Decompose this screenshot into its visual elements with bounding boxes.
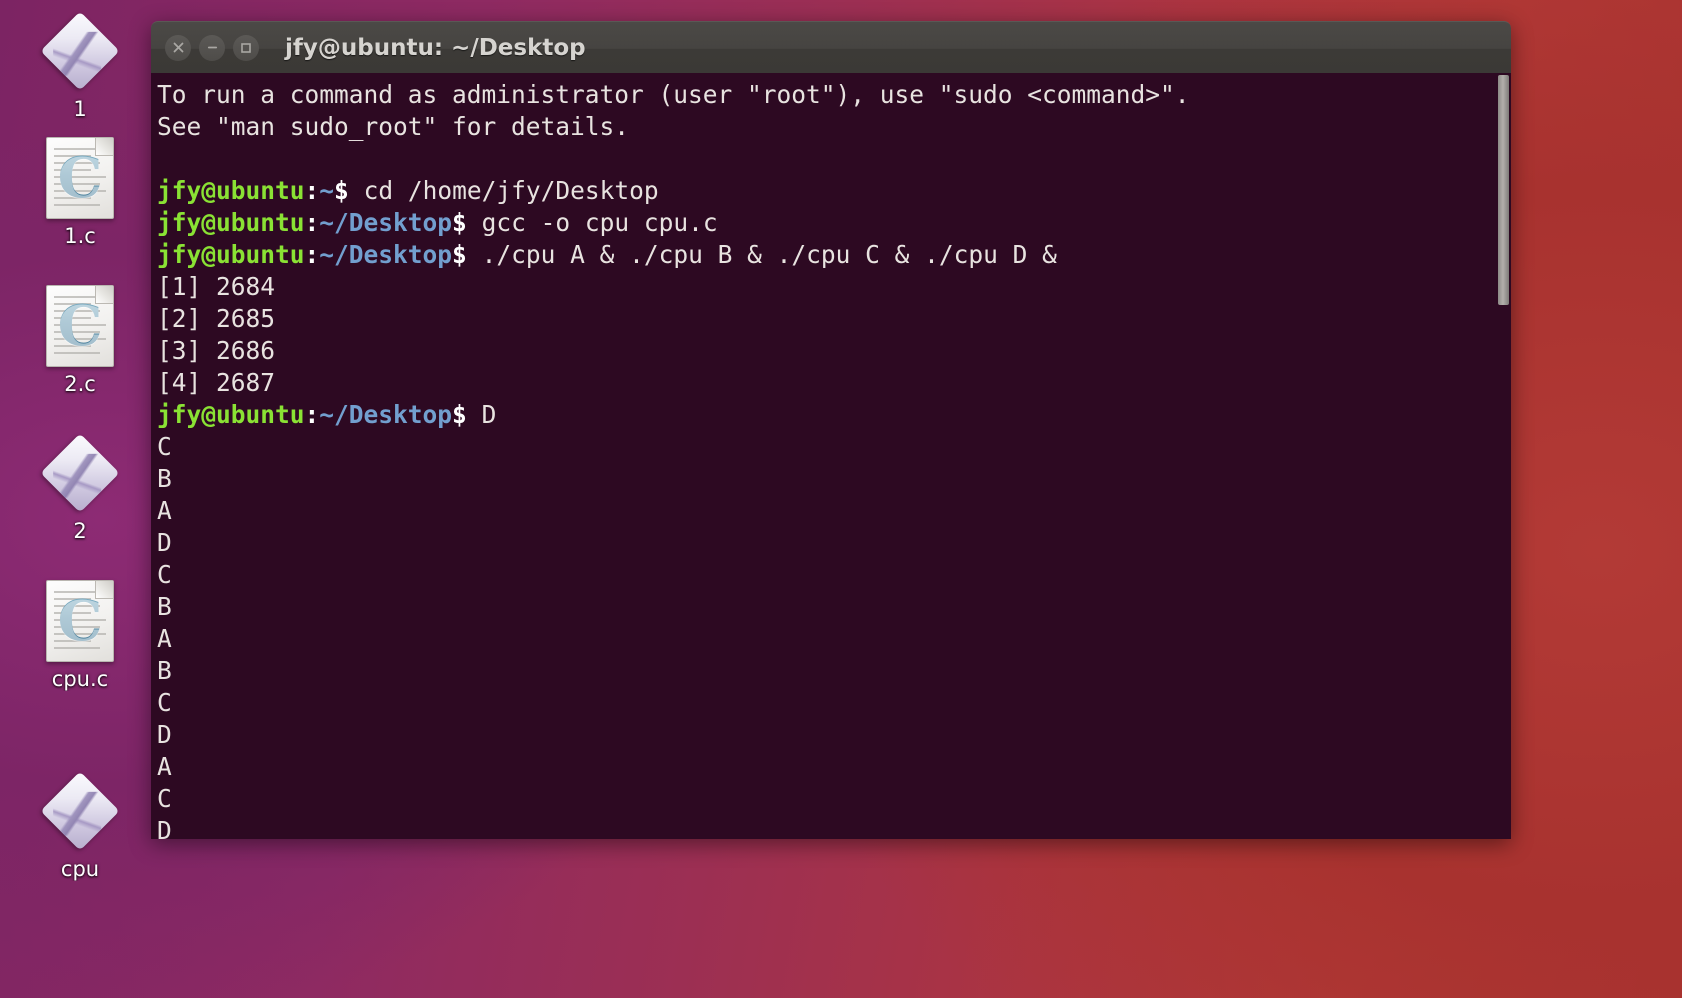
document-icon: C <box>46 137 114 219</box>
prompt-separator: : <box>304 208 320 237</box>
prompt-separator: : <box>304 240 320 269</box>
terminal-output-line: D <box>157 720 172 749</box>
prompt-symbol: $ <box>452 208 467 237</box>
desktop-icon-1-c[interactable]: C 1.c <box>14 135 146 248</box>
terminal-output-line: B <box>157 656 172 685</box>
terminal-scrollbar[interactable] <box>1496 73 1511 839</box>
desktop-icon-label: 2 <box>73 520 87 543</box>
prompt-separator: : <box>304 400 320 429</box>
terminal-prompt-line: jfy@ubuntu:~$ cd /home/jfy/Desktop <box>157 175 1496 207</box>
maximize-icon[interactable] <box>233 34 259 61</box>
terminal-output-line: C <box>157 784 172 813</box>
c-language-glyph: C <box>47 148 113 208</box>
diamond-shape <box>40 433 120 513</box>
executable-file-icon <box>14 768 146 854</box>
terminal-prompt-line: jfy@ubuntu:~/Desktop$ gcc -o cpu cpu.c <box>157 207 1496 239</box>
desktop-icon-label: 1.c <box>64 225 96 248</box>
terminal-output-line: D <box>157 528 172 557</box>
prompt-user: jfy@ubuntu <box>157 176 305 205</box>
desktop-icon-label: cpu <box>60 858 100 881</box>
desktop: 1 C 1.c C 2.c 2 Ccpu.c cpu jfy@ubuntu: ~/Deskto… <box>0 0 1682 998</box>
terminal-output-line: A <box>157 752 172 781</box>
terminal-command: ./cpu A & ./cpu B & ./cpu C & ./cpu D & <box>466 240 1057 269</box>
terminal-output-line: C <box>157 560 172 589</box>
terminal-scrollbar-thumb[interactable] <box>1498 75 1509 305</box>
terminal-body[interactable]: To run a command as administrator (user … <box>151 73 1511 839</box>
prompt-symbol: $ <box>452 400 467 429</box>
diamond-shape <box>40 771 120 851</box>
document-icon: C <box>46 580 114 662</box>
terminal-output-line: D <box>157 816 172 839</box>
prompt-user: jfy@ubuntu <box>157 400 305 429</box>
c-language-glyph: C <box>47 296 113 356</box>
diamond-shape <box>40 11 120 91</box>
terminal-output[interactable]: To run a command as administrator (user … <box>151 73 1496 839</box>
minimize-icon[interactable] <box>199 34 225 61</box>
c-language-glyph: C <box>47 591 113 651</box>
desktop-icon-1[interactable]: 1 <box>14 8 146 121</box>
close-icon[interactable] <box>165 34 191 61</box>
desktop-icon-2-c[interactable]: C 2.c <box>14 283 146 396</box>
terminal-output-line: C <box>157 432 172 461</box>
terminal-command: gcc -o cpu cpu.c <box>466 208 718 237</box>
terminal-output-line: C <box>157 688 172 717</box>
prompt-user: jfy@ubuntu <box>157 240 305 269</box>
desktop-icon-2[interactable]: 2 <box>14 430 146 543</box>
desktop-icon-cpu[interactable]: cpu <box>14 768 146 881</box>
prompt-symbol: $ <box>334 176 349 205</box>
terminal-output-line: To run a command as administrator (user … <box>157 80 1190 109</box>
c-source-file-icon: C <box>14 578 146 664</box>
diamond-icon <box>40 771 120 851</box>
executable-file-icon <box>14 8 146 94</box>
terminal-output-line: [2] 2685 <box>157 304 276 333</box>
diamond-icon <box>40 433 120 513</box>
prompt-path: ~ <box>319 176 335 205</box>
window-title: jfy@ubuntu: ~/Desktop <box>285 34 586 61</box>
terminal-prompt-line: jfy@ubuntu:~/Desktop$ ./cpu A & ./cpu B … <box>157 239 1496 271</box>
terminal-output-line: B <box>157 592 172 621</box>
terminal-output-line: [4] 2687 <box>157 368 276 397</box>
prompt-path: ~/Desktop <box>319 400 453 429</box>
c-source-file-icon: C <box>14 135 146 221</box>
terminal-output-line: A <box>157 624 172 653</box>
prompt-user: jfy@ubuntu <box>157 208 305 237</box>
prompt-path: ~/Desktop <box>319 208 453 237</box>
desktop-icon-label: cpu.c <box>51 668 109 691</box>
terminal-output-line: See "man sudo_root" for details. <box>157 112 630 141</box>
desktop-icon-label: 1 <box>73 98 87 121</box>
desktop-icon-label: 2.c <box>64 373 96 396</box>
window-titlebar[interactable]: jfy@ubuntu: ~/Desktop <box>151 21 1511 73</box>
c-source-file-icon: C <box>14 283 146 369</box>
terminal-command: cd /home/jfy/Desktop <box>348 176 659 205</box>
prompt-separator: : <box>304 176 320 205</box>
terminal-output-line: B <box>157 464 172 493</box>
terminal-window[interactable]: jfy@ubuntu: ~/Desktop To run a command a… <box>151 21 1511 839</box>
terminal-prompt-line: jfy@ubuntu:~/Desktop$ D <box>157 399 1496 431</box>
prompt-symbol: $ <box>452 240 467 269</box>
terminal-command: D <box>466 400 497 429</box>
prompt-path: ~/Desktop <box>319 240 453 269</box>
terminal-output-line: A <box>157 496 172 525</box>
document-icon: C <box>46 285 114 367</box>
terminal-output-line: [1] 2684 <box>157 272 276 301</box>
desktop-icon-cpu-c[interactable]: Ccpu.c <box>14 578 146 691</box>
executable-file-icon <box>14 430 146 516</box>
terminal-output-line: [3] 2686 <box>157 336 276 365</box>
diamond-icon <box>40 11 120 91</box>
